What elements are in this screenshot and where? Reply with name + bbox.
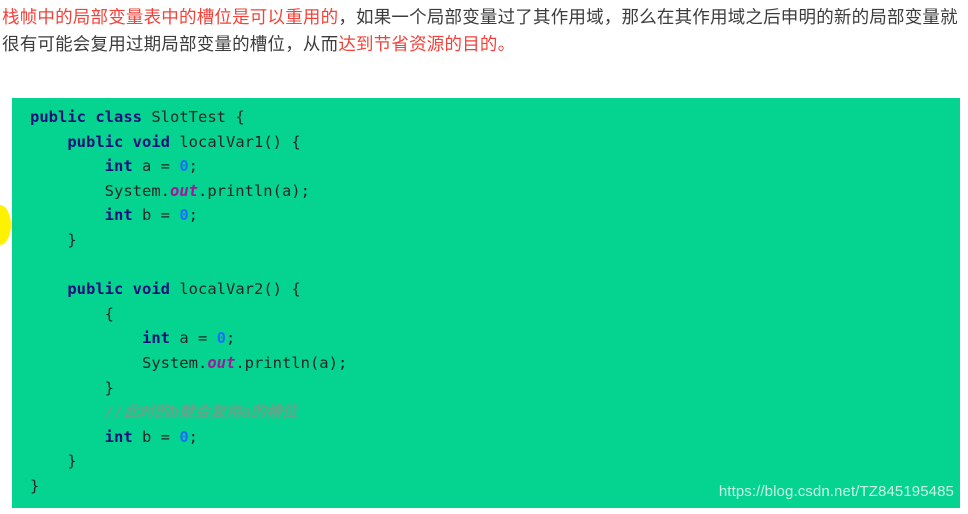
- variable-b-assign: b =: [132, 206, 180, 225]
- println-call: .println(a);: [197, 181, 310, 200]
- keyword-int: int: [141, 329, 170, 348]
- println-call: .println(a);: [235, 353, 348, 372]
- keyword-public: public: [67, 280, 124, 299]
- opening-brace-block: {: [30, 304, 114, 323]
- keyword-int: int: [104, 206, 133, 225]
- keyword-public: public: [30, 108, 86, 126]
- semicolon: ;: [226, 329, 236, 348]
- code-line: }: [30, 228, 960, 253]
- variable-a-assign: a =: [132, 157, 180, 176]
- system-prefix: System.: [141, 353, 208, 372]
- paragraph-highlight-tail: 达到节省资源的目的。: [338, 34, 516, 54]
- closing-brace: }: [30, 452, 77, 471]
- field-out: out: [169, 181, 198, 200]
- number-literal: 0: [179, 206, 189, 225]
- code-line: int b = 0;: [30, 203, 960, 228]
- code-line: //此时的b就会复用a的槽位: [30, 400, 960, 425]
- field-out: out: [207, 353, 236, 372]
- number-literal: 0: [179, 427, 189, 446]
- code-line: System.out.println(a);: [30, 351, 960, 376]
- semicolon: ;: [188, 206, 199, 225]
- keyword-void: void: [132, 280, 170, 299]
- yellow-highlight-dot-icon: [0, 205, 11, 245]
- variable-b-assign: b =: [132, 427, 180, 446]
- code-line: }: [30, 376, 960, 401]
- class-name: SlotTest {: [142, 108, 245, 126]
- semicolon: ;: [188, 427, 199, 446]
- code-line: int a = 0;: [30, 326, 960, 351]
- variable-a-assign: a =: [169, 329, 217, 348]
- code-line: int a = 0;: [30, 154, 960, 179]
- keyword-void: void: [132, 132, 170, 151]
- closing-brace-block: }: [30, 378, 114, 397]
- semicolon: ;: [188, 157, 199, 176]
- closing-brace: }: [30, 230, 77, 249]
- code-line: public class SlotTest {: [30, 105, 960, 130]
- code-listing: public class SlotTest { public void loca…: [12, 105, 960, 499]
- code-line: }: [30, 449, 960, 474]
- closing-brace-class: }: [30, 476, 40, 495]
- keyword-class: class: [95, 108, 143, 126]
- code-line: public void localVar2() {: [30, 277, 960, 302]
- keyword-int: int: [104, 427, 133, 446]
- system-prefix: System.: [104, 181, 170, 200]
- inline-comment: //此时的b就会复用a的槽位: [104, 403, 297, 422]
- paragraph-highlight-lead: 栈帧中的局部变量表中的槽位是可以重用的: [2, 7, 339, 27]
- code-line: {: [30, 302, 960, 327]
- code-line: System.out.println(a);: [30, 179, 960, 204]
- number-literal: 0: [216, 329, 226, 348]
- method-name-localvar1: localVar1() {: [170, 132, 301, 151]
- csdn-watermark: https://blog.csdn.net/TZ845195485: [718, 483, 954, 500]
- keyword-public: public: [67, 132, 124, 151]
- keyword-int: int: [104, 157, 133, 176]
- code-line: int b = 0;: [30, 425, 960, 450]
- java-code-block: public class SlotTest { public void loca…: [12, 98, 960, 508]
- number-literal: 0: [179, 157, 189, 176]
- code-line: public void localVar1() {: [30, 130, 960, 155]
- method-name-localvar2: localVar2() {: [170, 280, 301, 299]
- explanatory-paragraph: 栈帧中的局部变量表中的槽位是可以重用的，如果一个局部变量过了其作用域，那么在其作…: [0, 0, 968, 58]
